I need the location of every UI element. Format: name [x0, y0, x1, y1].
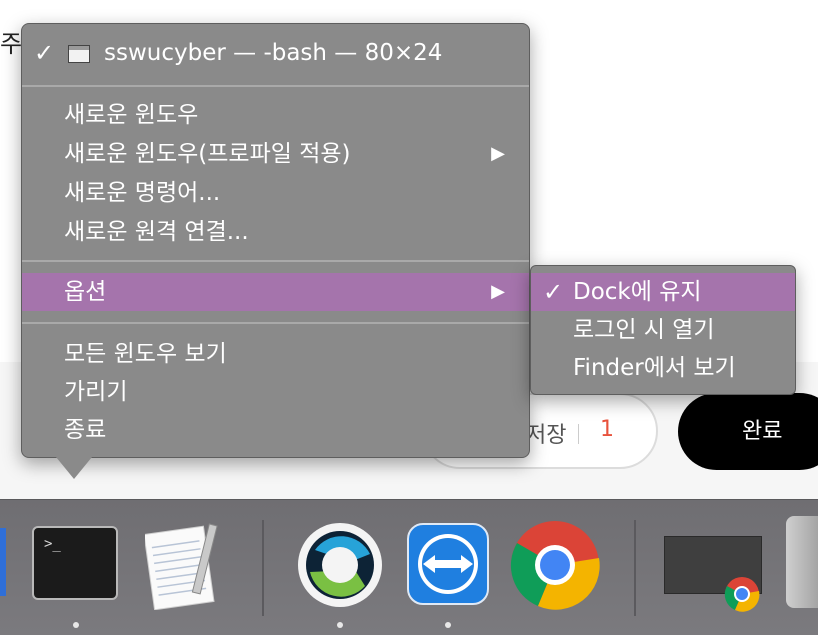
running-indicator [337, 622, 343, 628]
teamviewer-icon[interactable] [407, 523, 489, 605]
window-title: sswucyber — -bash — 80×24 [104, 40, 443, 66]
webex-icon[interactable] [295, 520, 385, 610]
menu-item-quit[interactable]: 종료 [22, 411, 529, 449]
submenu-item-open-at-login[interactable]: 로그인 시 열기 [531, 311, 795, 349]
menu-item-label: 새로운 윈도우(프로파일 적용) [64, 141, 351, 167]
menu-pointer [56, 457, 92, 479]
submenu-arrow-icon: ▶ [491, 143, 505, 164]
running-indicator [445, 622, 451, 628]
chrome-icon [724, 577, 760, 612]
trash-icon[interactable] [786, 516, 818, 608]
window-icon [68, 45, 90, 63]
done-button[interactable]: 완료 [678, 393, 818, 470]
menu-item-new-command[interactable]: 새로운 명령어... [22, 174, 529, 212]
textedit-icon[interactable] [145, 518, 225, 610]
divider [578, 424, 579, 444]
menu-item-label: 새로운 윈도우 [64, 102, 199, 128]
running-indicator [73, 622, 79, 628]
submenu-item-label: Finder에서 보기 [573, 355, 736, 381]
dock-context-menu: ✓ sswucyber — -bash — 80×24 새로운 윈도우 새로운 … [21, 23, 530, 458]
submenu-item-keep-in-dock[interactable]: ✓ Dock에 유지 [531, 273, 795, 311]
menu-item-label: 새로운 원격 연결... [64, 219, 249, 245]
submenu-item-show-in-finder[interactable]: Finder에서 보기 [531, 349, 795, 387]
menu-item-new-remote-connection[interactable]: 새로운 원격 연결... [22, 213, 529, 251]
submenu-item-label: Dock에 유지 [573, 279, 702, 305]
dock-separator [634, 520, 636, 616]
menu-item-label: 가리기 [64, 379, 128, 405]
save-draft-label: 저장 [526, 423, 567, 448]
menu-item-new-window[interactable]: 새로운 윈도우 [22, 96, 529, 134]
menu-item-hide[interactable]: 가리기 [22, 373, 529, 411]
submenu-arrow-icon: ▶ [491, 281, 505, 302]
submenu-item-label: 로그인 시 열기 [573, 317, 715, 343]
dock: >_ [0, 499, 818, 635]
menu-item-label: 모든 윈도우 보기 [64, 341, 227, 367]
menu-item-label: 종료 [64, 417, 107, 443]
page-heading-fragment: 주 [0, 30, 23, 58]
finder-icon-edge[interactable] [0, 528, 6, 596]
terminal-icon[interactable]: >_ [32, 526, 118, 600]
checkmark-icon: ✓ [543, 278, 564, 306]
chrome-icon[interactable] [508, 518, 602, 612]
draft-count-badge: 1 [600, 417, 614, 442]
menu-separator [22, 85, 529, 87]
menu-window-item[interactable]: ✓ sswucyber — -bash — 80×24 [22, 34, 529, 72]
checkmark-icon: ✓ [34, 39, 55, 67]
menu-separator [22, 260, 529, 262]
menu-item-label: 옵션 [64, 279, 107, 305]
menu-separator [22, 322, 529, 324]
menu-item-show-all-windows[interactable]: 모든 윈도우 보기 [22, 335, 529, 373]
menu-item-label: 새로운 명령어... [64, 180, 221, 206]
menu-item-options[interactable]: 옵션 ▶ [22, 273, 529, 311]
dock-separator [262, 520, 264, 616]
terminal-prompt: >_ [44, 536, 61, 552]
options-submenu: ✓ Dock에 유지 로그인 시 열기 Finder에서 보기 [530, 265, 796, 395]
menu-item-new-window-profile[interactable]: 새로운 윈도우(프로파일 적용) ▶ [22, 135, 529, 173]
